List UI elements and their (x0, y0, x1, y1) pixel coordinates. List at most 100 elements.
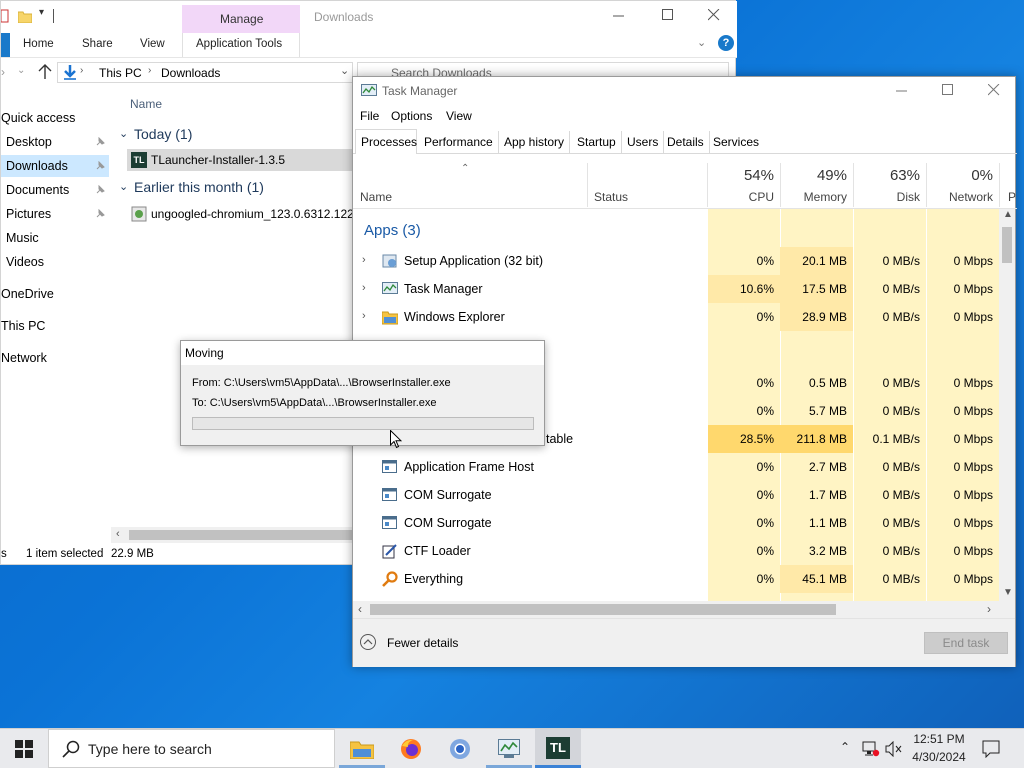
breadcrumb-this-pc[interactable]: This PC (99, 66, 142, 80)
scrollbar-thumb[interactable] (370, 604, 836, 615)
forward-icon[interactable]: › (1, 65, 5, 79)
tab-app-history[interactable]: App history (499, 131, 571, 153)
table-row[interactable]: › Task Manager 10.6% 17.5 MB 0 MB/s 0 Mb… (353, 275, 999, 303)
tab-share[interactable]: Share (82, 33, 113, 57)
table-row[interactable]: COM Surrogate 0% 1.1 MB 0 MB/s 0 Mbps (353, 509, 999, 537)
nav-music[interactable]: Music (6, 227, 39, 249)
scroll-left-icon[interactable]: ‹ (358, 602, 362, 616)
taskbar-chromium[interactable] (437, 729, 483, 768)
taskbar-tlauncher[interactable]: TL (535, 729, 581, 768)
scrollbar-thumb[interactable] (129, 530, 353, 540)
table-row[interactable]: › Setup Application (32 bit) 0% 20.1 MB … (353, 247, 999, 275)
group-collapse-icon[interactable]: ⌄ (119, 127, 128, 140)
help-icon[interactable]: ? (718, 35, 734, 51)
up-icon[interactable] (38, 64, 52, 80)
tab-view[interactable]: View (140, 33, 165, 57)
table-row[interactable]: CTF Loader 0% 3.2 MB 0 MB/s 0 Mbps (353, 537, 999, 565)
search-icon (62, 740, 80, 758)
taskbar-task-manager[interactable] (486, 729, 532, 768)
nav-videos[interactable]: Videos (6, 251, 44, 273)
new-folder-icon[interactable] (18, 9, 32, 23)
tab-performance[interactable]: Performance (419, 131, 499, 153)
group-header-today[interactable]: Today (1) (134, 126, 192, 142)
properties-icon[interactable] (1, 9, 9, 23)
file-tab[interactable] (1, 33, 10, 57)
end-task-button[interactable]: End task (924, 632, 1008, 654)
nav-this-pc[interactable]: This PC (1, 315, 45, 337)
col-name[interactable]: Name (360, 190, 392, 204)
tab-home[interactable]: Home (23, 33, 54, 57)
nav-downloads[interactable]: Downloads (6, 155, 68, 177)
table-row[interactable]: COM Surrogate 0% 1.7 MB 0 MB/s 0 Mbps (353, 481, 999, 509)
minimize-icon[interactable] (896, 84, 908, 96)
expand-chevron-icon[interactable]: › (362, 282, 366, 294)
collapse-circle-icon[interactable] (360, 634, 376, 650)
tab-users[interactable]: Users (622, 131, 665, 153)
nav-network[interactable]: Network (1, 347, 47, 369)
scroll-left-icon[interactable]: ‹ (116, 528, 120, 540)
taskbar-firefox[interactable] (388, 729, 434, 768)
scrollbar-thumb[interactable] (1002, 227, 1012, 263)
expand-chevron-icon[interactable]: › (362, 310, 366, 322)
menu-view[interactable]: View (446, 109, 472, 123)
tab-details[interactable]: Details (662, 131, 710, 153)
nav-onedrive[interactable]: OneDrive (1, 283, 54, 305)
nav-quick-access[interactable]: Quick access (1, 107, 75, 129)
horizontal-scrollbar[interactable]: ‹ › (353, 601, 999, 618)
close-icon[interactable] (708, 9, 720, 21)
menu-file[interactable]: File (360, 109, 379, 123)
ribbon-expand-icon[interactable]: ⌄ (697, 36, 706, 49)
expand-chevron-icon[interactable]: › (362, 254, 366, 266)
scroll-right-icon[interactable]: › (987, 602, 991, 616)
group-collapse-icon[interactable]: ⌄ (119, 180, 128, 193)
tab-application-tools[interactable]: Application Tools (196, 33, 282, 57)
vertical-scrollbar[interactable]: ▲ ▼ (999, 209, 1015, 601)
fewer-details-link[interactable]: Fewer details (387, 636, 458, 650)
column-name[interactable]: Name (130, 97, 162, 111)
group-header-earlier[interactable]: Earlier this month (1) (134, 179, 264, 195)
address-dropdown-icon[interactable]: ⌄ (340, 64, 349, 77)
taskbar-search-box[interactable]: Type here to search (48, 729, 335, 768)
recent-dropdown-icon[interactable]: ⌄ (17, 65, 25, 76)
tab-processes[interactable]: Processes (356, 131, 422, 153)
quick-access-dropdown-icon[interactable]: ▾ (39, 7, 44, 18)
clock-time[interactable]: 12:51 PM (912, 732, 966, 746)
start-windows-icon[interactable] (15, 740, 33, 758)
group-apps[interactable]: Apps (3) (364, 222, 421, 239)
table-row[interactable]: Everything 0% 45.1 MB 0 MB/s 0 Mbps (353, 565, 999, 593)
tab-startup[interactable]: Startup (572, 131, 622, 153)
address-bar[interactable]: › This PC › Downloads ⌄ (57, 62, 353, 83)
minimize-icon[interactable] (613, 9, 625, 21)
network-icon[interactable] (862, 741, 880, 757)
col-status[interactable]: Status (594, 190, 628, 204)
close-icon[interactable] (988, 84, 1000, 96)
col-memory[interactable]: Memory (783, 190, 847, 204)
volume-muted-icon[interactable] (885, 741, 903, 757)
cpu-cell: 0% (756, 572, 774, 586)
maximize-icon[interactable] (662, 9, 674, 21)
col-disk[interactable]: Disk (856, 190, 920, 204)
menu-options[interactable]: Options (391, 109, 432, 123)
file-item[interactable]: ungoogled-chromium_123.0.6312.122- (127, 203, 353, 225)
breadcrumb-downloads[interactable]: Downloads (161, 66, 220, 80)
taskbar-file-explorer[interactable] (339, 729, 385, 768)
maximize-icon[interactable] (942, 84, 954, 96)
horizontal-scrollbar[interactable]: ‹ (111, 527, 353, 543)
show-hidden-icons-chevron-icon[interactable]: ⌃ (840, 740, 850, 754)
pin-icon (95, 137, 105, 147)
clock-date[interactable]: 4/30/2024 (908, 750, 970, 764)
nav-documents[interactable]: Documents (6, 179, 69, 201)
col-network[interactable]: Network (929, 190, 993, 204)
scroll-down-icon[interactable]: ▼ (1003, 587, 1013, 598)
col-cpu[interactable]: CPU (713, 190, 774, 204)
tab-services[interactable]: Services (708, 131, 764, 153)
table-row[interactable]: Application Frame Host 0% 2.7 MB 0 MB/s … (353, 453, 999, 481)
progress-bar (192, 417, 534, 430)
nav-pictures[interactable]: Pictures (6, 203, 51, 225)
table-row[interactable]: › Windows Explorer 0% 28.9 MB 0 MB/s 0 M… (353, 303, 999, 331)
scroll-up-icon[interactable]: ▲ (1003, 209, 1013, 220)
col-power[interactable]: P (1008, 190, 1016, 204)
notifications-icon[interactable] (982, 740, 1000, 758)
file-item-selected[interactable]: TL TLauncher-Installer-1.3.5 (127, 149, 353, 171)
nav-desktop[interactable]: Desktop (6, 131, 52, 153)
